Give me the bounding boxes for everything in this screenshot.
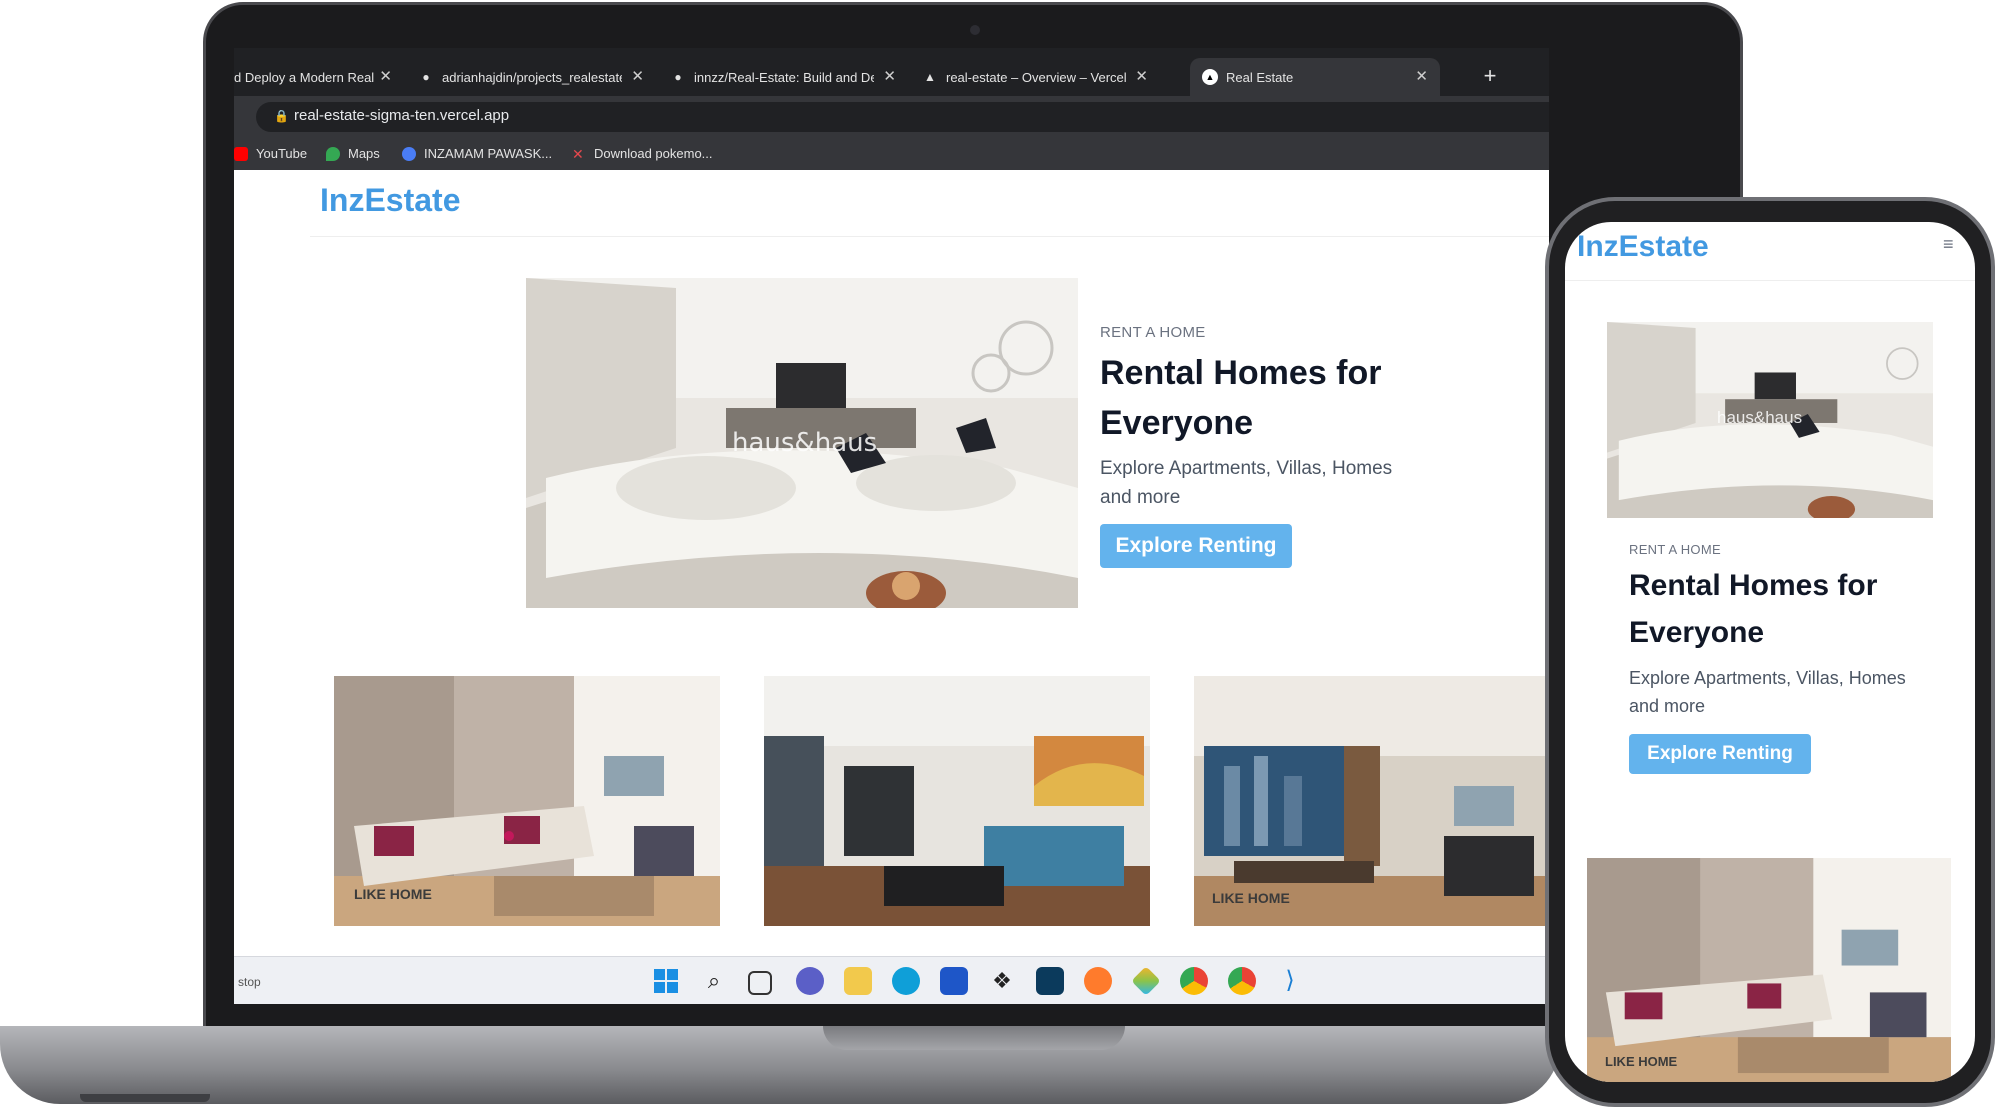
hero-image: haus&haus (1607, 322, 1933, 518)
windows-taskbar: stop ⌕ ❖ ⟩ (234, 956, 1549, 1004)
tab-label: Real Estate (1226, 69, 1294, 85)
living-room-illustration (1194, 676, 1549, 926)
image-watermark: LIKE HOME (1605, 1054, 1678, 1069)
vscode-icon[interactable]: ⟩ (1276, 967, 1304, 995)
bookmark-label: Maps (348, 146, 380, 161)
property-card[interactable]: LIKE HOME (1587, 858, 1951, 1082)
tab-real-estate[interactable]: ▲ Real Estate ✕ (1190, 58, 1440, 96)
github-icon: ● (422, 70, 430, 84)
vercel-triangle-icon: ▲ (1202, 69, 1218, 85)
explore-renting-button[interactable]: Explore Renting (1100, 524, 1292, 568)
hamburger-menu-icon[interactable]: ≡ (1943, 234, 1954, 255)
app-icon[interactable] (1036, 967, 1064, 995)
address-bar: 🔒 real-estate-sigma-ten.vercel.app ⇪ (234, 96, 1549, 138)
phone-screen: InzEstate ≡ haus&haus RENT A HOME Rental… (1565, 222, 1975, 1082)
hero-subtitle-line1: Explore Apartments, Villas, Homes (1100, 458, 1393, 479)
tab-deploy[interactable]: d Deploy a Modern Real ✕ (234, 58, 404, 96)
hero-title-line1: Rental Homes for (1629, 569, 1878, 602)
hero-title-line2: Everyone (1629, 616, 1765, 649)
hero-title: Rental Homes for Everyone (1100, 348, 1382, 448)
tab-bar: d Deploy a Modern Real ✕ ● adrianhajdin/… (234, 48, 1549, 96)
lock-icon[interactable]: 🔒 (274, 109, 289, 123)
windows-start-icon[interactable] (652, 967, 680, 995)
new-tab-button[interactable]: + (1474, 58, 1506, 94)
task-view-icon[interactable] (748, 971, 772, 995)
hero-title-line1: Rental Homes for (1100, 354, 1382, 392)
tab-label: innzz/Real-Estate: Build and Depl (694, 69, 874, 85)
image-watermark: LIKE HOME (1212, 890, 1290, 906)
hero-image: haus&haus (526, 278, 1078, 608)
x-logo-icon: ✕ (572, 145, 584, 162)
chrome-icon[interactable] (1180, 967, 1208, 995)
status-text: stop (238, 975, 261, 989)
hero-subtitle-line1: Explore Apartments, Villas, Homes (1629, 668, 1906, 688)
brand-logo[interactable]: InzEstate (1577, 230, 1709, 264)
tab-label: real-estate – Overview – Vercel (946, 69, 1126, 85)
maps-pin-icon (326, 146, 340, 161)
close-icon[interactable]: ✕ (631, 67, 644, 85)
tab-label: adrianhajdin/projects_realestate: (442, 69, 622, 85)
vercel-triangle-icon: ▲ (924, 70, 936, 84)
bookmark-pokemon[interactable]: ✕ Download pokemo... (572, 146, 713, 161)
navbar-divider (310, 236, 1549, 237)
image-watermark: LIKE HOME (354, 886, 432, 902)
close-icon[interactable]: ✕ (883, 67, 896, 85)
brand-logo[interactable]: InzEstate (320, 182, 460, 219)
hero-subtitle: Explore Apartments, Villas, Homes and mo… (1629, 664, 1906, 720)
bookmarks-bar: YouTube Maps INZAMAM PAWASK... ✕ Downloa… (234, 138, 1549, 171)
laptop-camera (970, 25, 980, 35)
hero-title: Rental Homes for Everyone (1629, 562, 1877, 656)
hero-subtitle: Explore Apartments, Villas, Homes and mo… (1100, 454, 1392, 512)
laptop-notch (823, 1026, 1125, 1050)
explore-renting-button[interactable]: Explore Renting (1629, 734, 1811, 774)
laptop-screen: d Deploy a Modern Real ✕ ● adrianhajdin/… (234, 48, 1549, 1004)
living-room-illustration (1587, 858, 1951, 1082)
hero-title-line2: Everyone (1100, 404, 1254, 442)
tab-github-projects[interactable]: ● adrianhajdin/projects_realestate: ✕ (406, 58, 656, 96)
app-icon[interactable] (1131, 966, 1161, 996)
tab-vercel[interactable]: ▲ real-estate – Overview – Vercel ✕ (910, 58, 1160, 96)
image-watermark: haus&haus (732, 428, 878, 458)
edge-browser-icon[interactable] (892, 967, 920, 995)
bookmark-label: INZAMAM PAWASK... (424, 146, 553, 161)
bookmark-label: YouTube (256, 146, 308, 161)
firefox-icon[interactable] (1084, 967, 1112, 995)
bookmark-youtube[interactable]: YouTube (234, 146, 307, 161)
bookmark-label: Download pokemo... (594, 146, 713, 161)
hero-tag: RENT A HOME (1100, 324, 1206, 341)
close-icon[interactable]: ✕ (1415, 67, 1428, 85)
laptop-base (0, 1026, 1560, 1104)
chrome-icon[interactable] (1228, 967, 1256, 995)
living-room-illustration (764, 676, 1150, 926)
image-watermark: haus&haus (1717, 408, 1803, 427)
profile-icon (402, 146, 416, 161)
store-icon[interactable] (940, 967, 968, 995)
youtube-icon (234, 146, 248, 161)
web-page: InzEstate haus&haus RENT A HOME Rental H… (234, 170, 1549, 956)
search-icon[interactable]: ⌕ (700, 967, 728, 995)
hero-tag: RENT A HOME (1629, 542, 1721, 557)
close-icon[interactable]: ✕ (1135, 67, 1148, 85)
dropbox-icon[interactable]: ❖ (988, 967, 1016, 995)
url-text[interactable]: real-estate-sigma-ten.vercel.app (294, 107, 509, 124)
property-card[interactable]: LIKE HOME (1194, 676, 1549, 926)
tab-label: d Deploy a Modern Real (234, 69, 375, 85)
tab-github-innzz[interactable]: ● innzz/Real-Estate: Build and Depl ✕ (658, 58, 908, 96)
bookmark-inzamam[interactable]: INZAMAM PAWASK... (402, 146, 552, 161)
navbar-divider (1565, 280, 1975, 281)
hero-subtitle-line2: and more (1629, 696, 1706, 716)
chat-icon[interactable] (796, 967, 824, 995)
file-explorer-icon[interactable] (844, 967, 872, 995)
bookmark-maps[interactable]: Maps (326, 146, 380, 161)
property-card[interactable]: LIKE HOME (334, 676, 720, 926)
github-icon: ● (674, 70, 682, 84)
laptop-foot (80, 1094, 210, 1102)
property-card[interactable] (764, 676, 1150, 926)
close-icon[interactable]: ✕ (379, 67, 392, 85)
hero-subtitle-line2: and more (1100, 487, 1181, 508)
